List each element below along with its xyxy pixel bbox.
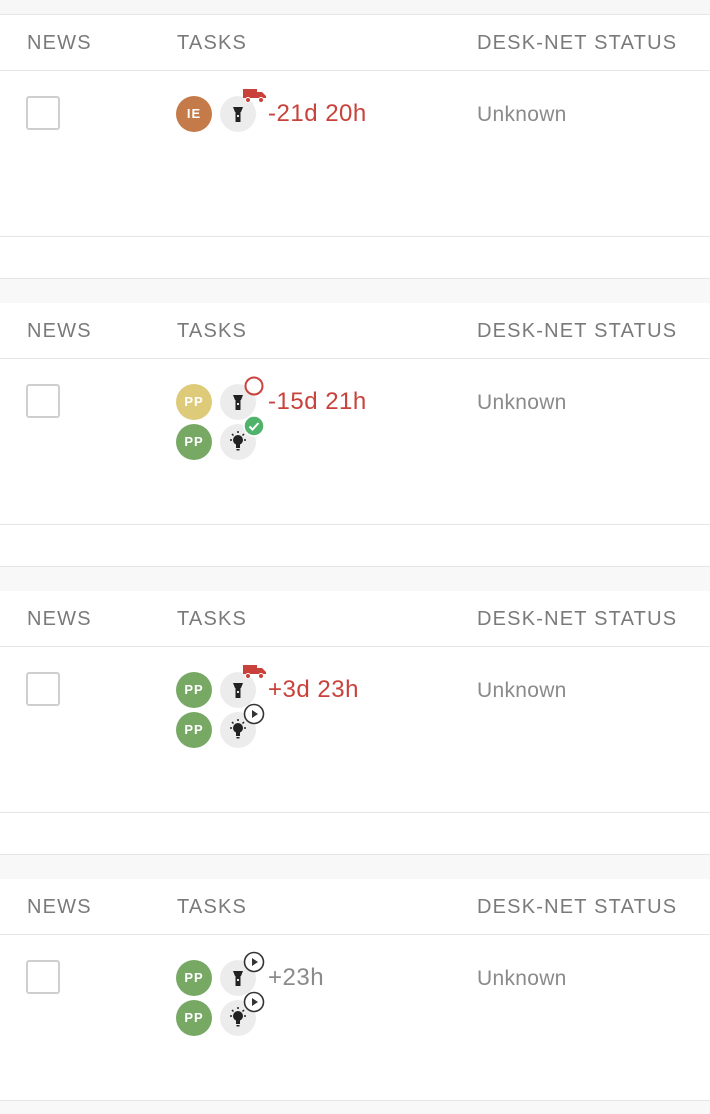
check-circle-icon bbox=[243, 415, 265, 442]
news-checkbox[interactable] bbox=[26, 672, 60, 706]
column-header-row: NEWS TASKS DESK-NET STATUS bbox=[0, 591, 710, 647]
news-item-row[interactable]: PP +23h PP Unknown bbox=[0, 935, 710, 1101]
news-checkbox[interactable] bbox=[26, 384, 60, 418]
column-header-news[interactable]: NEWS bbox=[27, 608, 92, 631]
row-spacer bbox=[0, 813, 710, 855]
news-item-row[interactable]: PP -15d 21h PP Unknown bbox=[0, 359, 710, 525]
assignee-avatar[interactable]: PP bbox=[176, 672, 212, 708]
assignee-avatar[interactable]: IE bbox=[176, 96, 212, 132]
desknet-status: Unknown bbox=[477, 103, 567, 126]
assignee-avatar[interactable]: PP bbox=[176, 424, 212, 460]
top-strip bbox=[0, 0, 710, 15]
column-header-news[interactable]: NEWS bbox=[27, 32, 92, 55]
desknet-status: Unknown bbox=[477, 391, 567, 414]
column-header-row: NEWS TASKS DESK-NET STATUS bbox=[0, 15, 710, 71]
assignee-avatar[interactable]: PP bbox=[176, 384, 212, 420]
task-time-remaining: -15d 21h bbox=[268, 388, 367, 415]
desknet-status: Unknown bbox=[477, 967, 567, 990]
play-circle-icon bbox=[243, 703, 265, 730]
assignee-avatar[interactable]: PP bbox=[176, 960, 212, 996]
truck-icon bbox=[242, 663, 268, 686]
news-checkbox[interactable] bbox=[26, 960, 60, 994]
column-header-tasks[interactable]: TASKS bbox=[177, 608, 247, 631]
play-circle-icon bbox=[243, 951, 265, 978]
column-header-row: NEWS TASKS DESK-NET STATUS bbox=[0, 879, 710, 935]
news-checkbox[interactable] bbox=[26, 96, 60, 130]
column-header-tasks[interactable]: TASKS bbox=[177, 320, 247, 343]
column-header-news[interactable]: NEWS bbox=[27, 896, 92, 919]
truck-icon bbox=[242, 87, 268, 110]
column-header-tasks[interactable]: TASKS bbox=[177, 32, 247, 55]
column-header-row: NEWS TASKS DESK-NET STATUS bbox=[0, 303, 710, 359]
row-spacer bbox=[0, 237, 710, 279]
column-header-status[interactable]: DESK-NET STATUS bbox=[477, 896, 677, 919]
column-header-status[interactable]: DESK-NET STATUS bbox=[477, 320, 677, 343]
column-header-news[interactable]: NEWS bbox=[27, 320, 92, 343]
news-item-row[interactable]: IE -21d 20h Unknown bbox=[0, 71, 710, 237]
news-item-row[interactable]: PP +3d 23h PP Unknown bbox=[0, 647, 710, 813]
empty-circle-icon bbox=[244, 376, 264, 401]
desknet-status: Unknown bbox=[477, 679, 567, 702]
assignee-avatar[interactable]: PP bbox=[176, 712, 212, 748]
column-header-status[interactable]: DESK-NET STATUS bbox=[477, 608, 677, 631]
task-time-remaining: +3d 23h bbox=[268, 676, 359, 703]
play-circle-icon bbox=[243, 991, 265, 1018]
column-header-status[interactable]: DESK-NET STATUS bbox=[477, 32, 677, 55]
row-spacer bbox=[0, 525, 710, 567]
task-time-remaining: -21d 20h bbox=[268, 100, 367, 127]
assignee-avatar[interactable]: PP bbox=[176, 1000, 212, 1036]
column-header-tasks[interactable]: TASKS bbox=[177, 896, 247, 919]
task-time-remaining: +23h bbox=[268, 964, 325, 991]
